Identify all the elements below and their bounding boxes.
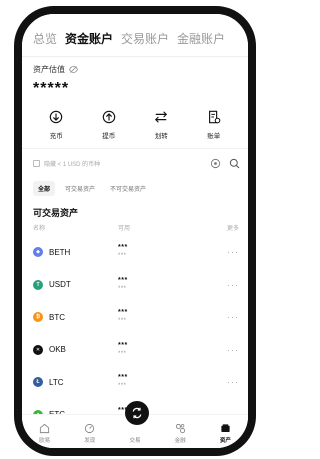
refresh-icon[interactable] [210, 158, 221, 169]
screen: 总览 资金账户 交易账户 金融账户 资产估值 ***** 充币 提币 划转 账单… [22, 14, 248, 448]
phone-frame: 总览 资金账户 交易账户 金融账户 资产估值 ***** 充币 提币 划转 账单… [14, 6, 256, 456]
tab-finance-account[interactable]: 金融账户 [177, 30, 225, 47]
bill-icon [208, 110, 221, 124]
asset-balance: ****** [118, 276, 227, 292]
swap-icon [132, 407, 142, 419]
asset-amount: *** [118, 374, 128, 382]
column-name: 名称 [33, 226, 46, 232]
more-icon[interactable]: ··· [227, 312, 239, 322]
asset-balance: ****** [118, 309, 227, 325]
column-available: 可用 [118, 226, 131, 232]
more-icon[interactable]: ··· [227, 247, 239, 257]
discover-icon [85, 423, 95, 434]
okb-icon: ✕ [33, 344, 43, 355]
nav-finance[interactable]: 金融 [162, 423, 198, 444]
eye-off-icon[interactable] [69, 66, 78, 73]
account-tabs: 总览 资金账户 交易账户 金融账户 [33, 30, 225, 47]
hide-small-row: 隐藏 < 1 USD 的币种 [33, 156, 240, 170]
asset-row-okb[interactable]: ✕ OKB *** *** ··· [33, 334, 239, 367]
nav-label: 交易 [129, 438, 141, 444]
deposit-icon [49, 110, 63, 124]
asset-symbol: OKB [49, 345, 66, 355]
search-icon[interactable] [229, 158, 240, 169]
column-headers: 名称 可用 更多 [33, 223, 239, 232]
asset-symbol: LTC [49, 377, 64, 387]
filter-all[interactable]: 全部 [33, 181, 56, 196]
tab-overview[interactable]: 总览 [33, 30, 57, 47]
asset-balance: ****** [118, 341, 227, 357]
phone-mockup: 总览 资金账户 交易账户 金融账户 资产估值 ***** 充币 提币 划转 账单… [0, 0, 270, 459]
filter-tradable[interactable]: 可交易资产 [60, 181, 100, 196]
divider [22, 148, 248, 149]
asset-value: *** [118, 318, 127, 325]
hide-small-label: 隐藏 < 1 USD 的币种 [44, 161, 101, 168]
asset-amount: *** [118, 341, 128, 349]
bill-label: 账单 [207, 133, 221, 140]
asset-symbol: BETH [49, 247, 71, 257]
transfer-icon [155, 111, 168, 123]
asset-symbol: BTC [49, 312, 65, 322]
nav-label: 金融 [174, 438, 186, 444]
asset-balance: ****** [118, 244, 227, 260]
withdraw-icon [102, 110, 116, 124]
filter-non-tradable[interactable]: 不可交易资产 [105, 181, 151, 196]
finance-icon [175, 423, 185, 434]
trade-fab[interactable] [125, 401, 149, 425]
bottom-nav: 欧易 发现 交易 金融 资产 [22, 401, 248, 448]
more-icon[interactable]: ··· [227, 377, 239, 387]
asset-filters: 全部 可交易资产 不可交易资产 [33, 181, 151, 196]
nav-label: 欧易 [39, 438, 51, 444]
nav-home[interactable]: 欧易 [27, 423, 63, 444]
usdt-icon: T [33, 279, 43, 290]
asset-row-usdt[interactable]: T USDT *** *** ··· [33, 269, 239, 302]
beth-icon: ◆ [33, 247, 43, 258]
nav-assets[interactable]: 资产 [207, 423, 243, 444]
ltc-icon: Ł [33, 377, 43, 388]
more-icon[interactable]: ··· [227, 345, 239, 355]
assets-icon [221, 424, 230, 432]
btc-icon: ₿ [33, 312, 43, 323]
asset-symbol: USDT [49, 280, 71, 290]
divider [22, 56, 248, 57]
nav-label: 发现 [84, 438, 96, 444]
asset-value: *** [118, 383, 127, 390]
withdraw-button[interactable]: 提币 [89, 110, 129, 140]
balance-masked: ***** [33, 80, 70, 97]
asset-row-btc[interactable]: ₿ BTC *** *** ··· [33, 301, 239, 334]
nav-trade[interactable]: 交易 [117, 423, 153, 444]
asset-row-ltc[interactable]: Ł LTC *** *** ··· [33, 366, 239, 399]
asset-amount: *** [118, 309, 128, 317]
asset-value: *** [118, 285, 127, 292]
asset-row-beth[interactable]: ◆ BETH *** *** ··· [33, 236, 239, 269]
bill-button[interactable]: 账单 [194, 110, 234, 140]
transfer-label: 划转 [154, 133, 168, 140]
hide-small-checkbox[interactable] [33, 159, 40, 167]
asset-value: *** [118, 350, 127, 357]
column-more: 更多 [226, 226, 239, 232]
estimate-label: 资产估值 [33, 65, 65, 74]
row-tools [210, 158, 240, 169]
action-bar: 充币 提币 划转 账单 [22, 110, 248, 140]
more-icon[interactable]: ··· [227, 280, 239, 290]
asset-amount: *** [118, 244, 128, 252]
withdraw-label: 提币 [102, 133, 116, 140]
tab-funding-account[interactable]: 资金账户 [65, 30, 113, 47]
asset-amount: *** [118, 276, 128, 284]
tab-trading-account[interactable]: 交易账户 [121, 30, 169, 47]
asset-balance: ****** [118, 374, 227, 390]
section-title: 可交易资产 [33, 208, 79, 218]
nav-label: 资产 [219, 438, 231, 444]
nav-discover[interactable]: 发现 [72, 423, 108, 444]
deposit-button[interactable]: 充币 [36, 110, 76, 140]
asset-estimate: 资产估值 [33, 64, 78, 75]
asset-value: *** [118, 253, 127, 260]
deposit-label: 充币 [49, 133, 63, 140]
home-icon [40, 423, 50, 434]
transfer-button[interactable]: 划转 [141, 110, 181, 140]
